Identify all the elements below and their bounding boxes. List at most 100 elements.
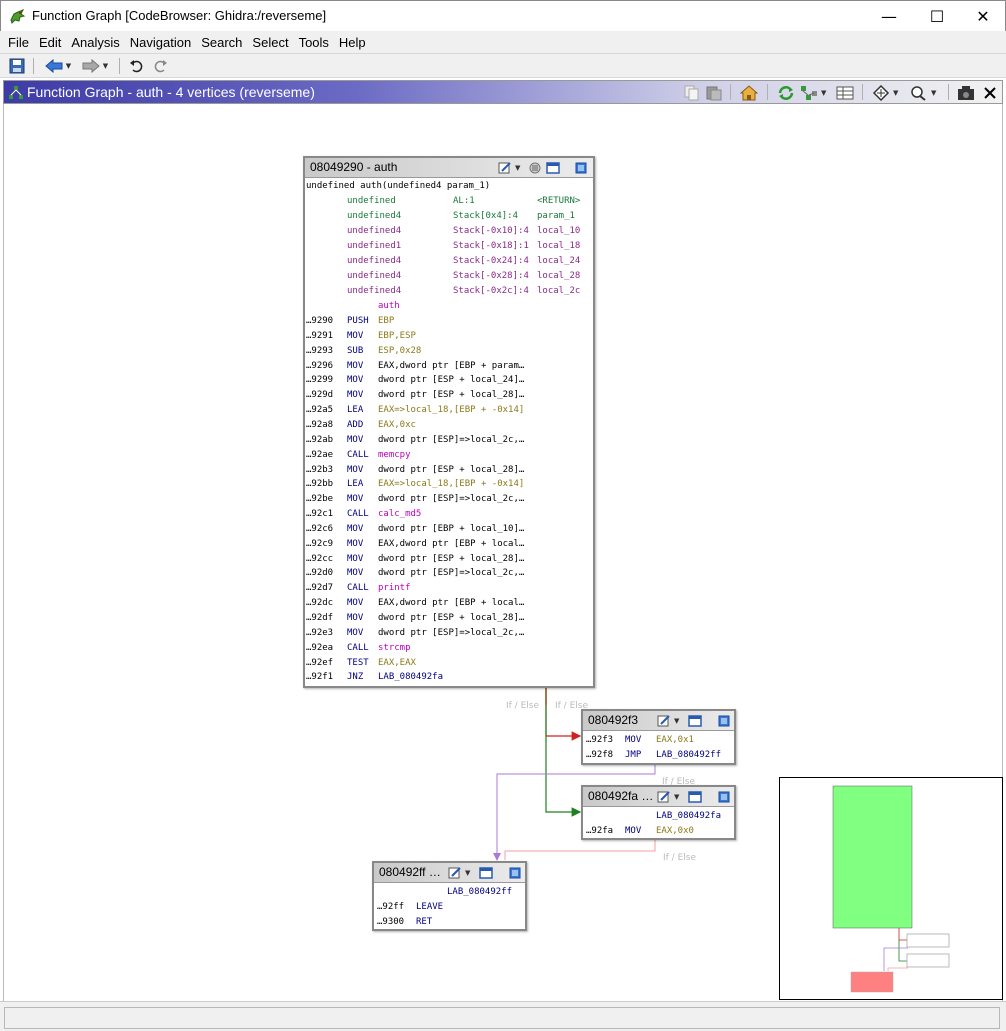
vertex-color-button[interactable]: ▼ [657, 790, 679, 804]
hover-popup-button[interactable]: ▼ [910, 84, 936, 102]
layout-button[interactable]: ▼ [800, 84, 826, 102]
vertex-full-view-button[interactable] [479, 866, 493, 880]
chevron-down-icon: ▼ [931, 89, 937, 97]
var-type: undefined4 [347, 271, 402, 281]
var-location: Stack[0x4]:4 [453, 211, 519, 221]
close-icon [984, 87, 996, 99]
minimize-icon: — [881, 7, 897, 26]
chevron-down-icon: ▼ [674, 793, 680, 801]
vertex-maximize-button[interactable] [718, 714, 730, 728]
vertex-080492fa[interactable]: 080492fa … ▼ LAB_080492fa …92fa MOV EAX,… [581, 785, 736, 840]
vertex-maximize-button[interactable] [718, 790, 730, 804]
vertex-title: 080492ff … [379, 865, 441, 879]
menu-search[interactable]: Search [196, 35, 247, 50]
menu-tools[interactable]: Tools [294, 35, 334, 50]
instruction-address: …92d0 [306, 568, 334, 579]
close-button[interactable]: ✕ [960, 1, 1006, 32]
instruction-mnemonic: CALL [347, 583, 369, 594]
instruction-mnemonic: MOV [347, 553, 364, 564]
instruction-address: …92dc [306, 598, 334, 609]
window-title-bar: Function Graph [CodeBrowser: Ghidra:/rev… [0, 0, 1006, 31]
vertex-color-button[interactable]: ▼ [657, 714, 679, 728]
undo-button[interactable] [128, 57, 146, 75]
instruction-mnemonic: MOV [347, 375, 364, 386]
go-to-function-entry-button[interactable] [740, 84, 758, 102]
minimize-button[interactable]: — [866, 1, 912, 32]
instruction-operands: dword ptr [ESP + local_28]… [378, 553, 525, 564]
instruction-address: …92ab [306, 434, 334, 445]
instruction-address: …92c6 [306, 523, 334, 534]
vertex-color-button[interactable]: ▼ [448, 866, 470, 880]
edge-routing-button[interactable]: ▼ [872, 84, 898, 102]
instruction-mnemonic: PUSH [347, 316, 369, 326]
vertex-auth-entry[interactable]: 08049290 - auth ▼ undefined auth(undefin… [303, 156, 595, 688]
vertex-listing: LAB_080492ff …92ff LEAVE …9300 RET [374, 883, 525, 929]
undo-icon [130, 60, 143, 73]
vertex-format-button[interactable] [836, 84, 854, 102]
vertex-full-view-button[interactable] [688, 714, 702, 728]
vertex-color-button[interactable]: ▼ [498, 161, 520, 175]
instruction-operands: ESP,0x28 [378, 345, 422, 356]
save-button[interactable] [8, 57, 26, 75]
menu-select[interactable]: Select [247, 35, 293, 50]
refresh-button[interactable] [777, 84, 795, 102]
menu-help[interactable]: Help [334, 35, 371, 50]
vertex-header: 080492ff … ▼ [374, 863, 525, 883]
instruction-address: …92ef [306, 657, 334, 668]
forward-button[interactable]: ▼ [79, 57, 111, 75]
instruction-operands: EAX,dword ptr [EBP + local… [378, 598, 525, 609]
redo-button[interactable] [151, 57, 169, 75]
menu-edit[interactable]: Edit [34, 35, 66, 50]
arrow-right-icon [82, 59, 100, 73]
instruction-operands: EBP [378, 316, 395, 326]
instruction-mnemonic: ADD [347, 419, 364, 430]
instruction-operands: LAB_080492fa [378, 672, 444, 683]
var-location: Stack[-0x10]:4 [453, 226, 529, 236]
copy-button[interactable] [684, 84, 700, 102]
chevron-down-icon: ▼ [102, 62, 109, 70]
main-toolbar: ▼ ▼ [0, 53, 1006, 78]
instruction-mnemonic: MOV [347, 464, 364, 475]
var-type: undefined1 [347, 241, 402, 251]
instruction-operands: memcpy [378, 449, 411, 460]
instruction-address: …92f8 [586, 750, 614, 760]
toolbar-separator [862, 84, 863, 100]
back-button[interactable]: ▼ [42, 57, 74, 75]
var-name: local_18 [537, 241, 581, 251]
satellite-view[interactable] [779, 777, 1003, 1000]
instruction-address: …92a8 [306, 419, 334, 430]
vertex-080492ff[interactable]: 080492ff … ▼ LAB_080492ff …92ff LEAVE …9… [372, 861, 527, 931]
menu-navigation[interactable]: Navigation [125, 35, 196, 50]
vertex-080492f3[interactable]: 080492f3 ▼ …92f3 MOV EAX,0x1 …92f8 JMP L… [581, 709, 736, 765]
vertex-maximize-button[interactable] [509, 866, 521, 880]
maximize-button[interactable]: ☐ [914, 1, 960, 32]
window-icon [688, 715, 702, 727]
menu-analysis[interactable]: Analysis [66, 35, 124, 50]
paste-button[interactable] [706, 84, 722, 102]
vertex-full-view-button[interactable] [688, 790, 702, 804]
instruction-mnemonic: TEST [347, 657, 369, 668]
vertex-maximize-button[interactable] [575, 161, 587, 175]
snapshot-button[interactable] [957, 84, 975, 102]
instruction-address: …9290 [306, 316, 334, 326]
instruction-mnemonic: CALL [347, 509, 369, 520]
toolbar-separator [730, 84, 731, 100]
window-icon [688, 791, 702, 803]
function-graph-title: Function Graph - auth - 4 vertices (reve… [27, 84, 315, 100]
save-icon [9, 58, 25, 74]
instruction-operands: EAX,dword ptr [EBP + param… [378, 360, 525, 371]
instruction-operands: strcmp [378, 642, 411, 653]
var-location: Stack[-0x24]:4 [453, 256, 529, 266]
menu-file[interactable]: File [3, 35, 34, 50]
vertex-group-button[interactable] [528, 161, 542, 175]
vertex-listing: undefined auth(undefined4 param_1) undef… [305, 178, 593, 686]
vertex-header: 080492f3 ▼ [583, 711, 734, 731]
instruction-operands: dword ptr [ESP + local_28]… [378, 390, 525, 401]
instruction-mnemonic: MOV [347, 360, 364, 371]
vertex-full-view-button[interactable] [546, 161, 560, 175]
close-provider-button[interactable] [983, 84, 997, 102]
paint-brush-icon [448, 867, 461, 879]
instruction-mnemonic: CALL [347, 449, 369, 460]
var-location: Stack[-0x18]:1 [453, 241, 529, 251]
instruction-mnemonic: MOV [347, 523, 364, 534]
